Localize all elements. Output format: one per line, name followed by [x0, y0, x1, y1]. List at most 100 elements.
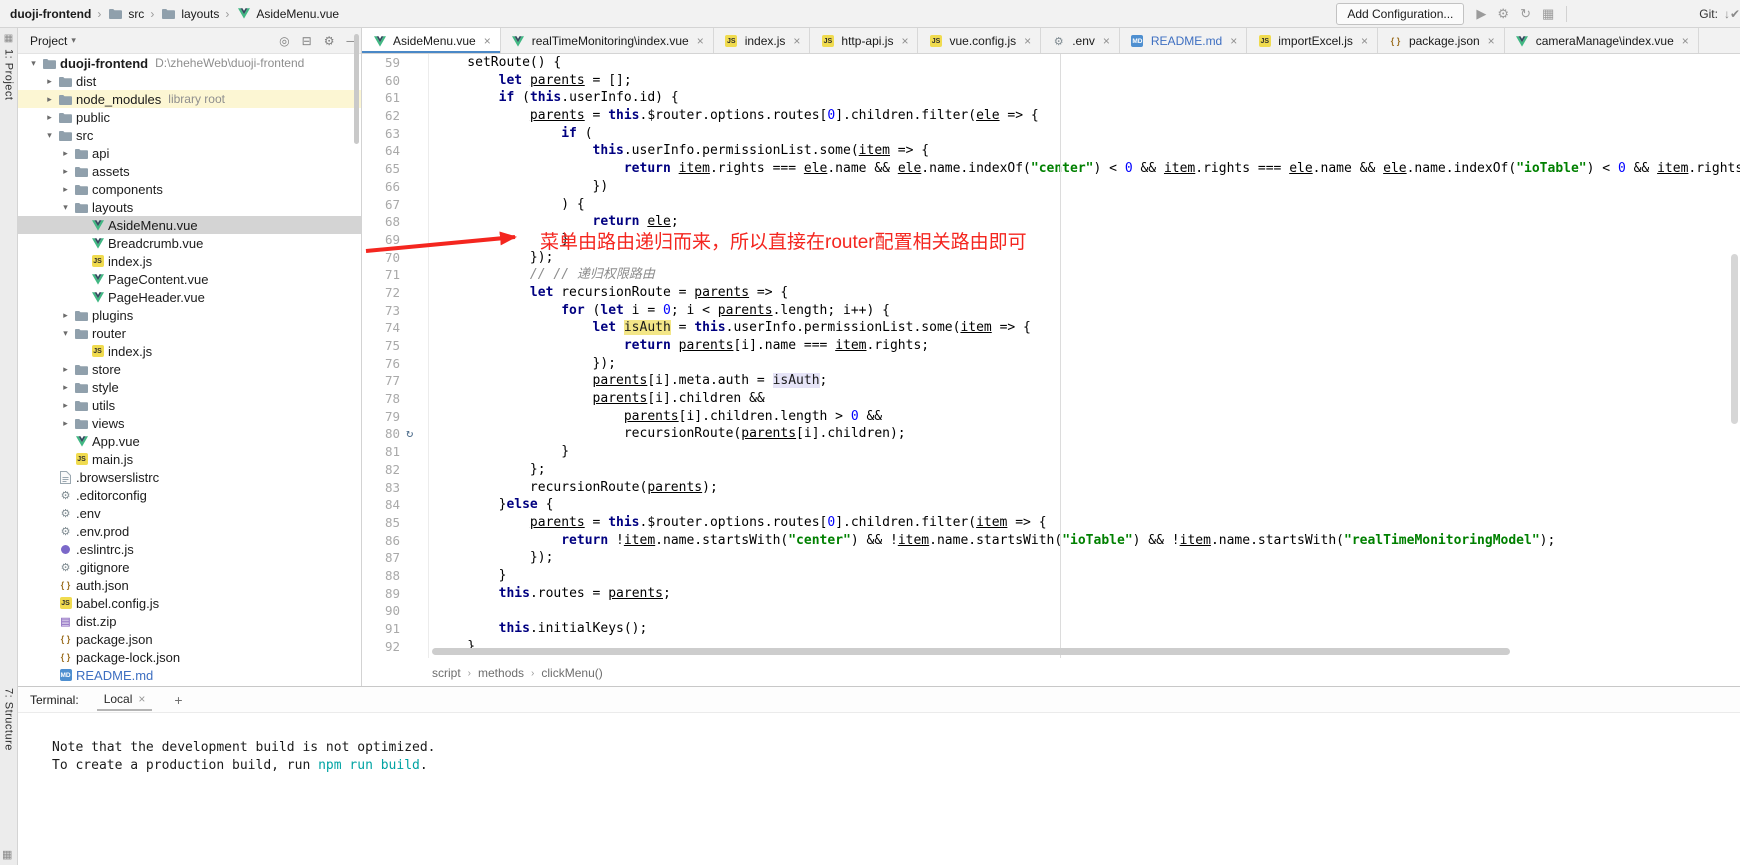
chevron-down-icon[interactable]: ▾ — [71, 35, 76, 46]
tree-item[interactable]: ▾layouts — [18, 198, 361, 216]
line-number[interactable]: 63 — [362, 125, 406, 143]
tab-close-icon[interactable]: × — [1488, 34, 1495, 48]
chevron-collapsed-icon[interactable]: ▸ — [58, 400, 73, 411]
chevron-expanded-icon[interactable]: ▾ — [26, 58, 41, 69]
line-number[interactable]: 59 — [362, 54, 406, 72]
chevron-collapsed-icon[interactable]: ▸ — [42, 112, 57, 123]
line-number[interactable]: 67 — [362, 196, 406, 214]
editor-tab[interactable]: MDREADME.md× — [1120, 28, 1247, 54]
tree-item[interactable]: .eslintrc.js — [18, 540, 361, 558]
breadcrumb-item[interactable]: AsideMenu.vue — [235, 7, 339, 21]
tree-item[interactable]: JSindex.js — [18, 342, 361, 360]
line-number[interactable]: 83 — [362, 479, 406, 497]
editor-tab[interactable]: AsideMenu.vue× — [362, 28, 501, 54]
tree-item[interactable]: ▸utils — [18, 396, 361, 414]
line-number[interactable]: 79 — [362, 408, 406, 426]
line-number[interactable]: 68 — [362, 213, 406, 231]
editor-tab[interactable]: { }package.json× — [1378, 28, 1505, 54]
run-icon[interactable]: ▶ — [1476, 6, 1486, 22]
line-number[interactable]: 80 — [362, 425, 406, 443]
tree-item[interactable]: { }auth.json — [18, 576, 361, 594]
editor-tab[interactable]: JSimportExcel.js× — [1247, 28, 1378, 54]
line-number[interactable]: 77 — [362, 372, 406, 390]
editor-breadcrumb-item[interactable]: clickMenu() — [541, 666, 602, 680]
editor-tab[interactable]: realTimeMonitoring\index.vue× — [501, 28, 714, 54]
tab-close-icon[interactable]: × — [1361, 34, 1368, 48]
line-number[interactable]: 89 — [362, 585, 406, 603]
tool-window-structure-button[interactable]: 7: Structure — [0, 688, 17, 751]
tab-close-icon[interactable]: × — [697, 34, 704, 48]
collapse-all-icon[interactable]: ⊟ — [302, 34, 312, 48]
tree-item[interactable]: PageContent.vue — [18, 270, 361, 288]
line-number[interactable]: 91 — [362, 620, 406, 638]
project-tree-scrollbar[interactable] — [354, 34, 359, 144]
chevron-collapsed-icon[interactable]: ▸ — [58, 418, 73, 429]
editor-tab[interactable]: ⚙.env× — [1041, 28, 1120, 54]
line-number[interactable]: 70 — [362, 249, 406, 267]
tree-item[interactable]: ▸node_moduleslibrary root — [18, 90, 361, 108]
tool-window-project-button[interactable]: ▦ 1: Project — [0, 33, 17, 100]
editor-breadcrumb-item[interactable]: methods — [478, 666, 524, 680]
tab-close-icon[interactable]: × — [793, 34, 800, 48]
tree-item[interactable]: App.vue — [18, 432, 361, 450]
chevron-collapsed-icon[interactable]: ▸ — [58, 184, 73, 195]
line-number[interactable]: 72 — [362, 284, 406, 302]
tree-item[interactable]: ▸style — [18, 378, 361, 396]
line-number[interactable]: 88 — [362, 567, 406, 585]
tab-close-icon[interactable]: × — [1103, 34, 1110, 48]
tree-item[interactable]: ▸dist — [18, 72, 361, 90]
tree-item[interactable]: ⚙.env — [18, 504, 361, 522]
tree-item[interactable]: ▸assets — [18, 162, 361, 180]
tree-item[interactable]: JSmain.js — [18, 450, 361, 468]
line-number[interactable]: 84 — [362, 496, 406, 514]
chevron-collapsed-icon[interactable]: ▸ — [58, 382, 73, 393]
close-icon[interactable]: × — [138, 692, 145, 706]
chevron-expanded-icon[interactable]: ▾ — [42, 130, 57, 141]
line-number[interactable]: 78 — [362, 390, 406, 408]
editor-breadcrumb-item[interactable]: script — [432, 666, 461, 680]
line-number[interactable]: 81 — [362, 443, 406, 461]
line-number[interactable]: 82 — [362, 461, 406, 479]
tree-item[interactable]: JSbabel.config.js — [18, 594, 361, 612]
chevron-collapsed-icon[interactable]: ▸ — [58, 166, 73, 177]
line-number[interactable]: 69 — [362, 231, 406, 249]
line-number[interactable]: 85 — [362, 514, 406, 532]
update-icon[interactable]: ↻ — [1520, 6, 1531, 22]
tree-item[interactable]: ▾router — [18, 324, 361, 342]
line-number[interactable]: 76 — [362, 355, 406, 373]
line-number[interactable]: 60 — [362, 72, 406, 90]
tree-item[interactable]: AsideMenu.vue — [18, 216, 361, 234]
line-number[interactable]: 61 — [362, 89, 406, 107]
project-panel-title[interactable]: Project — [30, 34, 67, 48]
tab-close-icon[interactable]: × — [1024, 34, 1031, 48]
tree-item[interactable]: MDREADME.md — [18, 666, 361, 684]
chevron-collapsed-icon[interactable]: ▸ — [58, 310, 73, 321]
recursive-call-icon[interactable]: ↻ — [406, 425, 428, 443]
tree-item[interactable]: ⚙.gitignore — [18, 558, 361, 576]
terminal-tab-local[interactable]: Local × — [97, 689, 153, 711]
code-editor[interactable]: 59 setRoute() {60 let parents = [];61 if… — [362, 54, 1740, 658]
tree-item[interactable]: { }package-lock.json — [18, 648, 361, 666]
tree-item[interactable]: ▸plugins — [18, 306, 361, 324]
chevron-collapsed-icon[interactable]: ▸ — [58, 364, 73, 375]
tree-item[interactable]: JSindex.js — [18, 252, 361, 270]
tree-item[interactable]: ▸components — [18, 180, 361, 198]
tab-close-icon[interactable]: × — [484, 34, 491, 48]
tree-item[interactable]: ▸api — [18, 144, 361, 162]
line-number[interactable]: 86 — [362, 532, 406, 550]
tree-item[interactable]: PageHeader.vue — [18, 288, 361, 306]
line-number[interactable]: 62 — [362, 107, 406, 125]
git-commit-icon[interactable]: ✔ — [1730, 7, 1740, 21]
tree-item[interactable]: ⚙.env.prod — [18, 522, 361, 540]
editor-tab[interactable]: JSvue.config.js× — [918, 28, 1041, 54]
settings-icon[interactable]: ⚙ — [324, 34, 335, 48]
tree-item[interactable]: ▸views — [18, 414, 361, 432]
stop-icon[interactable]: ▦ — [1542, 6, 1554, 22]
tree-item[interactable]: .browserslistrc — [18, 468, 361, 486]
line-number[interactable]: 73 — [362, 302, 406, 320]
horizontal-scrollbar[interactable] — [432, 648, 1510, 655]
line-number[interactable]: 92 — [362, 638, 406, 656]
line-number[interactable]: 74 — [362, 319, 406, 337]
tab-close-icon[interactable]: × — [901, 34, 908, 48]
add-configuration-button[interactable]: Add Configuration... — [1336, 3, 1464, 25]
